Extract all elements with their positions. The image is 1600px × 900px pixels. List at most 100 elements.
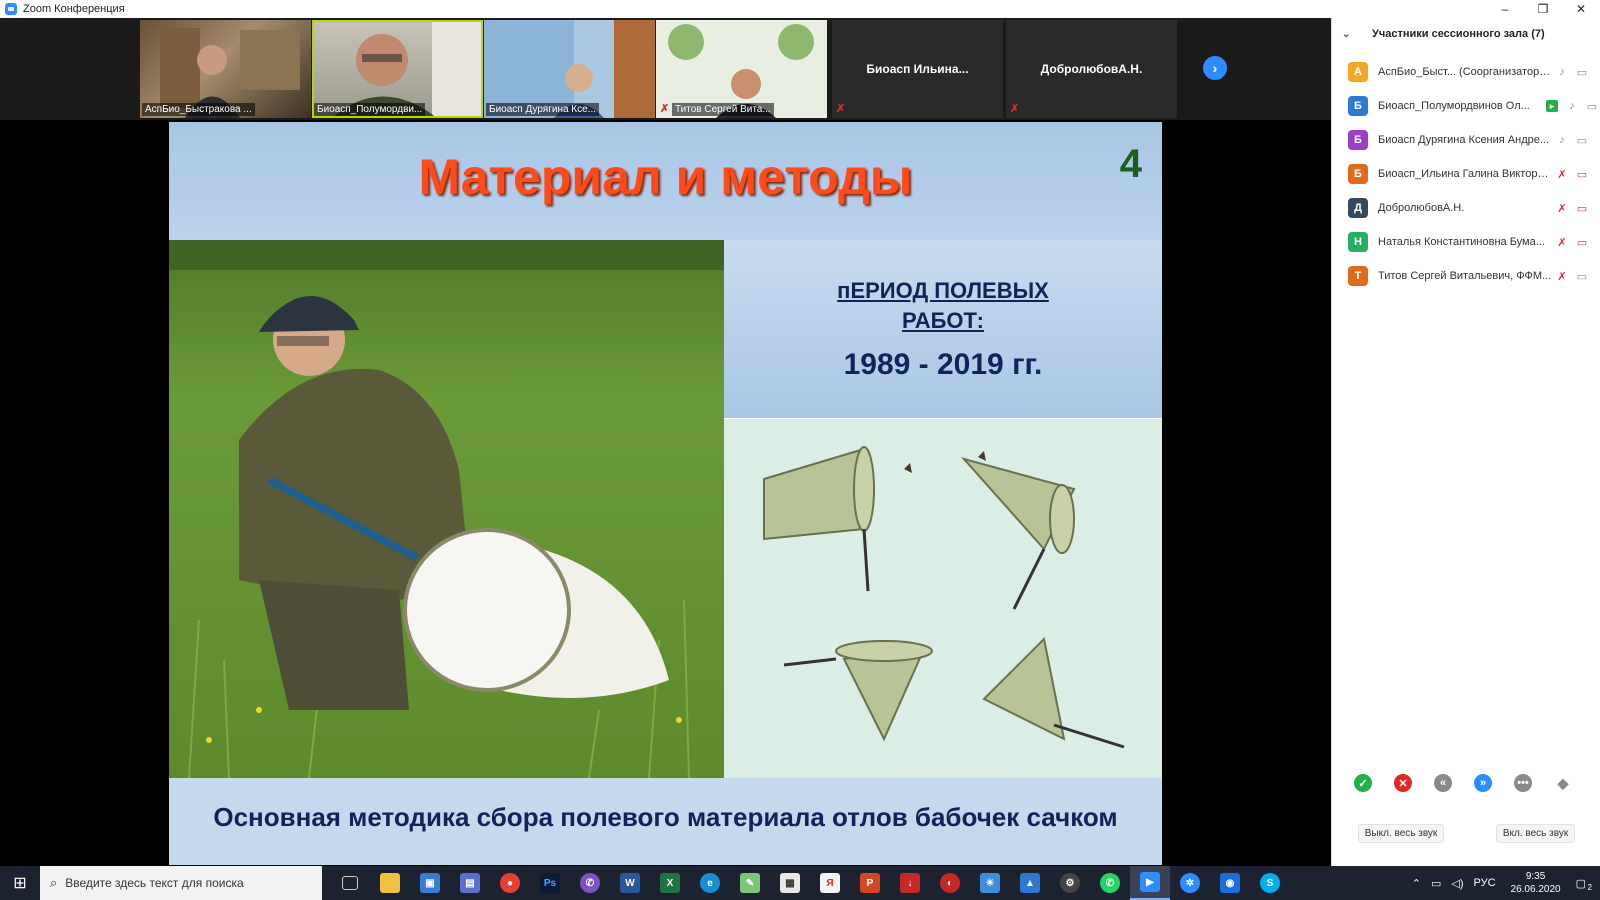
clear-icon[interactable]: ◆ <box>1554 774 1572 792</box>
video-tile[interactable]: АспБио_Быстракова ... <box>140 20 311 118</box>
participant-name: Титов Сергей Витальевич, ФФМ... <box>1378 270 1552 282</box>
chevron-up-icon[interactable]: ⌃ <box>1412 877 1421 890</box>
participant-name: Биоасп Дурягина Ксения Андре... <box>1378 134 1550 146</box>
panel-title: Участники сессионного зала (7) <box>1372 28 1545 40</box>
mic-icon: ♪ <box>1559 134 1565 146</box>
avatar: Н <box>1348 232 1368 252</box>
participant-name: Биоасп_Ильина Галина Викторо... <box>1378 168 1552 180</box>
mic-muted-icon: ✗ <box>1557 236 1567 249</box>
mute-all-button[interactable]: Выкл. весь звук <box>1357 824 1445 843</box>
period-years: 1989 - 2019 гг. <box>843 348 1043 381</box>
participant-row[interactable]: Б Биоасп_Полумордвинов Ол... ▸ ♪ ▭ <box>1348 94 1598 118</box>
whatsapp-icon[interactable]: ✆ <box>1090 866 1130 900</box>
weather-icon[interactable]: ☀ <box>970 866 1010 900</box>
participant-row[interactable]: Б Биоасп Дурягина Ксения Андре... ♪ ▭ <box>1348 128 1598 152</box>
taskbar: ⊞ ⌕ Введите здесь текст для поиска ▣ ▤ ●… <box>0 866 1600 900</box>
zoom-meetings-icon[interactable]: ◉ <box>1210 866 1250 900</box>
yes-icon[interactable]: ✓ <box>1354 774 1372 792</box>
participant-row[interactable]: Т Титов Сергей Витальевич, ФФМ... ✗ ▭ <box>1348 264 1598 288</box>
image-viewer-icon[interactable]: ▲ <box>1010 866 1050 900</box>
clock-time: 9:35 <box>1525 871 1546 882</box>
go-faster-icon[interactable]: » <box>1474 774 1492 792</box>
video-off-icon: ▭ <box>1576 168 1588 181</box>
video-icon: ▭ <box>1576 270 1588 283</box>
powerpoint-icon[interactable]: P <box>850 866 890 900</box>
muted-mic-icon: ✗ <box>836 103 846 115</box>
windows-start-icon[interactable]: ⊞ <box>0 866 40 900</box>
mic-muted-icon: ✗ <box>1557 168 1567 181</box>
window-title: Zoom Конференция <box>23 3 125 15</box>
search-placeholder: Введите здесь текст для поиска <box>65 876 244 890</box>
avatar: Б <box>1348 164 1368 184</box>
download-icon[interactable]: ↓ <box>890 866 930 900</box>
chevron-down-icon[interactable]: ⌄ <box>1342 29 1356 40</box>
notification-count: 2 <box>1587 882 1592 892</box>
go-slower-icon[interactable]: « <box>1434 774 1452 792</box>
excel-icon[interactable]: X <box>650 866 690 900</box>
participant-row[interactable]: А АспБио_Быст... (Соорганизатор, я) ♪ ▭ <box>1348 60 1598 84</box>
unmute-all-button[interactable]: Вкл. весь звук <box>1495 824 1576 843</box>
zoom-taskbar-icon[interactable]: ▶ <box>1130 866 1170 900</box>
shared-slide: Материал и методы 4 пЕРИОД ПОЛЕВЫХ РАБОТ… <box>169 122 1162 865</box>
field-photo <box>169 240 724 778</box>
nets-illustration <box>724 418 1162 778</box>
next-page-icon[interactable]: › <box>1203 56 1227 80</box>
tile-name: Биоасп_Полумордви... <box>314 103 426 116</box>
mic-icon: ♪ <box>1559 66 1565 78</box>
participant-row[interactable]: Н Наталья Константиновна Бума... ✗ ▭ <box>1348 230 1598 254</box>
input-language[interactable]: РУС <box>1474 877 1496 889</box>
muted-mic-icon: ✗ <box>660 103 670 115</box>
media-player-icon[interactable]: ◐ <box>930 866 970 900</box>
share-screen-icon: ▸ <box>1546 100 1558 112</box>
minimize-button[interactable]: – <box>1486 0 1524 18</box>
network-tool-icon[interactable]: ✲ <box>1170 866 1210 900</box>
video-icon: ▭ <box>1576 66 1588 79</box>
participant-name: АспБио_Быст... (Соорганизатор, я) <box>1378 66 1552 78</box>
participant-row[interactable]: Д ДобролюбовА.Н. ✗ ▭ <box>1348 196 1598 220</box>
restore-button[interactable]: ❐ <box>1524 0 1562 18</box>
viber-icon[interactable]: ✆ <box>570 866 610 900</box>
steam-icon[interactable]: ⚙ <box>1050 866 1090 900</box>
period-title: пЕРИОД ПОЛЕВЫХ РАБОТ: <box>724 276 1162 336</box>
tile-name: АспБио_Быстракова ... <box>142 103 255 116</box>
more-icon[interactable]: ••• <box>1514 774 1532 792</box>
notes-icon[interactable]: ✎ <box>730 866 770 900</box>
clock[interactable]: 9:35 26.06.2020 <box>1511 870 1561 896</box>
panel-header[interactable]: ⌄ Участники сессионного зала (7) <box>1342 28 1545 40</box>
video-tile-off[interactable]: ДобролюбовА.Н. ✗ <box>1006 20 1177 118</box>
video-tile[interactable]: Биоасп Дурягина Ксе... <box>484 20 655 118</box>
file-explorer-icon[interactable] <box>370 866 410 900</box>
clock-date: 26.06.2020 <box>1510 884 1561 895</box>
no-icon[interactable]: ✕ <box>1394 774 1412 792</box>
save-icon[interactable]: ▤ <box>450 866 490 900</box>
participant-name: Биоасп_Полумордвинов Ол... <box>1378 100 1530 112</box>
volume-icon[interactable]: ◁) <box>1451 877 1463 890</box>
avatar: Т <box>1348 266 1368 286</box>
video-tile[interactable]: ✗ Титов Сергей Вита... <box>656 20 827 118</box>
video-off-icon: ▭ <box>1576 236 1588 249</box>
tile-name: ДобролюбовА.Н. <box>1040 62 1143 76</box>
calculator-icon[interactable]: ▦ <box>770 866 810 900</box>
network-icon[interactable]: ▭ <box>1431 877 1441 890</box>
video-tile-off[interactable]: Биоасп Ильина... ✗ <box>832 20 1003 118</box>
store-icon[interactable]: ▣ <box>410 866 450 900</box>
notifications-icon[interactable]: ▢ 2 <box>1576 877 1592 892</box>
photoshop-icon[interactable]: Ps <box>530 866 570 900</box>
chrome-icon[interactable]: ● <box>490 866 530 900</box>
skype-icon[interactable]: S <box>1250 866 1290 900</box>
edge-icon[interactable]: e <box>690 866 730 900</box>
participant-row[interactable]: Б Биоасп_Ильина Галина Викторо... ✗ ▭ <box>1348 162 1598 186</box>
muted-mic-icon: ✗ <box>1010 103 1020 115</box>
yandex-browser-icon[interactable]: Я <box>810 866 850 900</box>
mic-icon: ♪ <box>1569 100 1575 112</box>
taskbar-search[interactable]: ⌕ Введите здесь текст для поиска <box>40 866 322 900</box>
tile-name: Титов Сергей Вита... <box>672 103 774 116</box>
participant-name: ДобролюбовА.Н. <box>1378 202 1465 214</box>
task-view-icon[interactable] <box>330 866 370 900</box>
video-tile-active[interactable]: Биоасп_Полумордви... <box>312 20 483 118</box>
word-icon[interactable]: W <box>610 866 650 900</box>
avatar: Д <box>1348 198 1368 218</box>
close-button[interactable]: ✕ <box>1562 0 1600 18</box>
mic-muted-icon: ✗ <box>1557 202 1567 215</box>
gallery-strip: АспБио_Быстракова ... Биоасп_Полумордви.… <box>0 18 1331 120</box>
